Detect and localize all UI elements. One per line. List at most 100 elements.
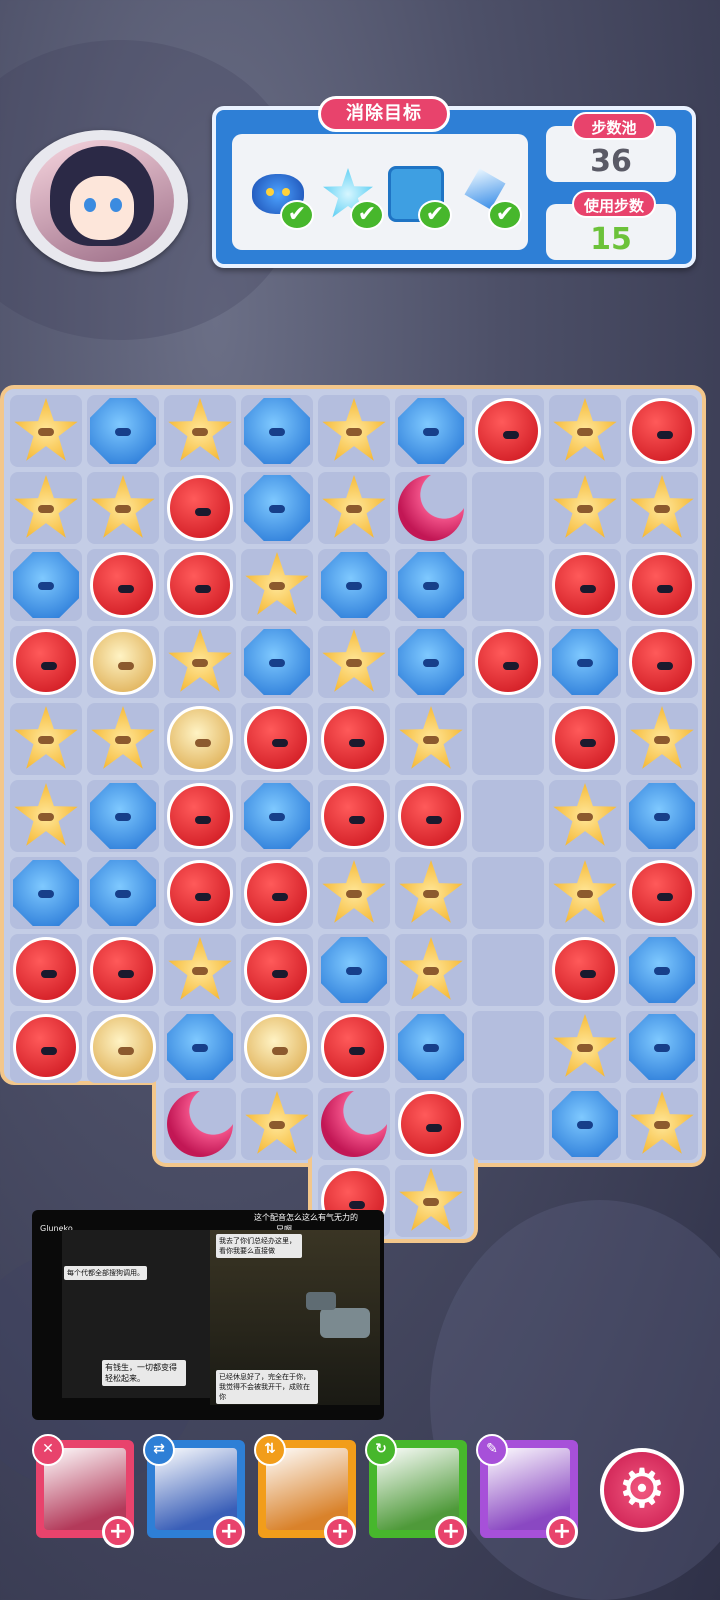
pink-moon-tile[interactable] [167, 1091, 233, 1157]
red-blob-tile[interactable] [167, 475, 233, 541]
tile-face [41, 970, 57, 978]
blue-hex-tile[interactable] [398, 1014, 464, 1080]
red-blob-tile[interactable] [167, 783, 233, 849]
red-blob-tile[interactable] [244, 860, 310, 926]
moves-pool-box: 步数池 36 [546, 112, 676, 182]
tile-face [38, 736, 54, 744]
red-blob-tile[interactable] [13, 629, 79, 695]
tile-face [577, 1121, 593, 1129]
gold-helmet-tile[interactable] [167, 706, 233, 772]
red-blob-tile[interactable] [552, 706, 618, 772]
blue-hex-tile[interactable] [552, 629, 618, 695]
video-player[interactable]: Gluneko 这个配音怎么这么有气无力的 兄啊 每个代都全部搜狗调用。 有钱生… [32, 1210, 384, 1420]
blue-hex-tile[interactable] [167, 1014, 233, 1080]
tile-face [654, 967, 670, 975]
red-blob-tile[interactable] [321, 783, 387, 849]
gold-helmet-tile[interactable] [244, 1014, 310, 1080]
tile-face [346, 659, 362, 667]
hero-spiky-white[interactable]: ⇅ + [254, 1434, 356, 1548]
tile-face [654, 1121, 670, 1129]
red-blob-tile[interactable] [629, 398, 695, 464]
blue-hex-tile[interactable] [13, 860, 79, 926]
video-car [306, 1292, 336, 1310]
tile-face [269, 813, 285, 821]
blue-hex-tile[interactable] [398, 629, 464, 695]
board-cell[interactable] [472, 857, 544, 929]
hero-add-button[interactable]: + [102, 1516, 134, 1548]
hero-skill-badge-icon: ⇅ [254, 1434, 286, 1466]
board-cell[interactable] [472, 1011, 544, 1083]
hero-star-hat[interactable]: ✕ + [32, 1434, 134, 1548]
hero-white-hair[interactable]: ⇄ + [143, 1434, 245, 1548]
blue-hex-tile[interactable] [321, 937, 387, 1003]
tile-face [423, 428, 439, 436]
hero-blonde[interactable]: ✎ + [476, 1434, 578, 1548]
hero-add-button[interactable]: + [324, 1516, 356, 1548]
tile-face [423, 1198, 439, 1206]
red-blob-tile[interactable] [244, 937, 310, 1003]
red-blob-tile[interactable] [475, 629, 541, 695]
red-blob-tile[interactable] [90, 552, 156, 618]
red-blob-tile[interactable] [552, 937, 618, 1003]
pink-moon-tile[interactable] [398, 475, 464, 541]
blue-hex-tile[interactable] [629, 783, 695, 849]
board-cell[interactable] [472, 1088, 544, 1160]
red-blob-tile[interactable] [90, 937, 156, 1003]
hero-brown-hair[interactable]: ↻ + [365, 1434, 467, 1548]
red-blob-tile[interactable] [398, 783, 464, 849]
moves-pool-label: 步数池 [572, 112, 656, 140]
tile-face [654, 813, 670, 821]
board-cell[interactable] [472, 780, 544, 852]
tile-face [346, 582, 362, 590]
red-blob-tile[interactable] [244, 706, 310, 772]
blue-hex-tile[interactable] [244, 783, 310, 849]
settings-button[interactable]: ⚙ [600, 1448, 684, 1532]
tile-face [349, 739, 365, 747]
red-blob-tile[interactable] [552, 552, 618, 618]
red-blob-tile[interactable] [167, 552, 233, 618]
red-blob-tile[interactable] [321, 1014, 387, 1080]
blue-hex-tile[interactable] [244, 629, 310, 695]
tile-face [349, 1047, 365, 1055]
blue-hex-tile[interactable] [13, 552, 79, 618]
blue-hex-tile[interactable] [321, 552, 387, 618]
tile-face [423, 736, 439, 744]
tile-face [192, 967, 208, 975]
red-blob-tile[interactable] [398, 1091, 464, 1157]
pink-moon-tile[interactable] [321, 1091, 387, 1157]
red-blob-tile[interactable] [13, 937, 79, 1003]
blue-hex-tile[interactable] [90, 860, 156, 926]
red-blob-tile[interactable] [475, 398, 541, 464]
blue-hex-tile[interactable] [629, 937, 695, 1003]
red-blob-tile[interactable] [13, 1014, 79, 1080]
blue-hex-tile[interactable] [398, 552, 464, 618]
red-blob-tile[interactable] [629, 860, 695, 926]
red-blob-tile[interactable] [167, 860, 233, 926]
board-cell[interactable] [472, 472, 544, 544]
blue-hex-tile[interactable] [90, 783, 156, 849]
blue-hex-tile[interactable] [629, 1014, 695, 1080]
gold-helmet-tile[interactable] [90, 629, 156, 695]
tile-face [269, 659, 285, 667]
gold-helmet-tile[interactable] [90, 1014, 156, 1080]
tile-face [115, 813, 131, 821]
hero-add-button[interactable]: + [435, 1516, 467, 1548]
hero-add-button[interactable]: + [546, 1516, 578, 1548]
video-right-panel: 我去了你们总经办这里，看你我要么直接做 已经休息好了，完全在于你，我觉得不会被我… [210, 1230, 380, 1405]
board-cell[interactable] [472, 549, 544, 621]
blue-hex-tile[interactable] [552, 1091, 618, 1157]
spider-monster-icon: ✔ [248, 164, 314, 230]
player-avatar[interactable] [16, 130, 188, 272]
red-blob-tile[interactable] [629, 629, 695, 695]
red-blob-tile[interactable] [629, 552, 695, 618]
tile-face [654, 505, 670, 513]
moves-pool-value: 36 [590, 144, 632, 179]
board-cell[interactable] [472, 934, 544, 1006]
tile-face [115, 890, 131, 898]
hero-add-button[interactable]: + [213, 1516, 245, 1548]
check-icon: ✔ [350, 200, 384, 230]
tile-face [38, 428, 54, 436]
tile-face [426, 1124, 442, 1132]
board-cell[interactable] [472, 703, 544, 775]
red-blob-tile[interactable] [321, 706, 387, 772]
